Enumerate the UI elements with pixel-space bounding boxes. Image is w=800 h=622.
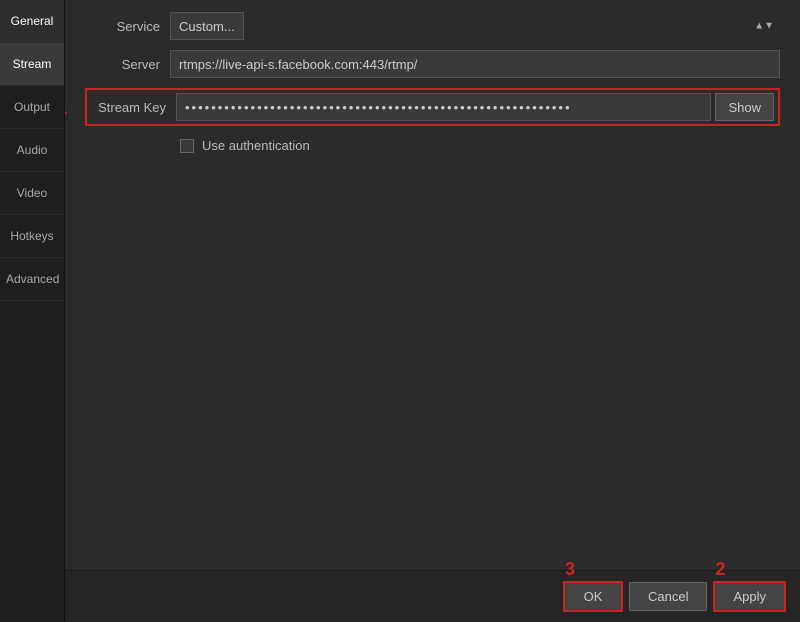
sidebar-item-label: General (11, 14, 54, 28)
service-dropdown[interactable]: Custom... (170, 12, 244, 40)
badge-1: 1 (65, 94, 67, 120)
apply-button[interactable]: 2 Apply (713, 581, 786, 612)
sidebar-item-label: Stream (13, 57, 52, 71)
badge-3: 3 (565, 559, 575, 580)
sidebar-item-label: Video (17, 186, 47, 200)
settings-area: Service Custom... ▲▼ Server 1 Stream Key… (65, 0, 800, 570)
badge-2: 2 (715, 559, 725, 580)
service-dropdown-wrapper: Custom... ▲▼ (170, 12, 780, 40)
sidebar-item-video[interactable]: Video (0, 172, 64, 215)
auth-row: Use authentication (180, 138, 780, 153)
stream-key-input[interactable] (176, 93, 711, 121)
service-row: Service Custom... ▲▼ (85, 12, 780, 40)
server-input[interactable] (170, 50, 780, 78)
sidebar-item-label: Output (14, 100, 50, 114)
server-row: Server (85, 50, 780, 78)
ok-button[interactable]: 3 OK (563, 581, 623, 612)
button-bar: 3 OK Cancel 2 Apply (65, 570, 800, 622)
stream-key-label: Stream Key (91, 100, 176, 115)
sidebar-item-label: Audio (17, 143, 48, 157)
cancel-button[interactable]: Cancel (629, 582, 707, 611)
dropdown-arrow-icon: ▲▼ (754, 21, 774, 32)
server-label: Server (85, 57, 170, 72)
sidebar-item-stream[interactable]: Stream (0, 43, 64, 86)
sidebar-item-label: Advanced (6, 272, 59, 286)
auth-label: Use authentication (202, 138, 310, 153)
auth-checkbox[interactable] (180, 139, 194, 153)
sidebar: General Stream Output Audio Video Hotkey… (0, 0, 65, 622)
service-label: Service (85, 19, 170, 34)
sidebar-item-output[interactable]: Output (0, 86, 64, 129)
sidebar-item-general[interactable]: General (0, 0, 64, 43)
sidebar-item-hotkeys[interactable]: Hotkeys (0, 215, 64, 258)
show-button[interactable]: Show (715, 93, 774, 121)
sidebar-item-label: Hotkeys (10, 229, 53, 243)
sidebar-item-advanced[interactable]: Advanced (0, 258, 64, 301)
sidebar-item-audio[interactable]: Audio (0, 129, 64, 172)
stream-key-row: 1 Stream Key Show (85, 88, 780, 126)
main-panel: Service Custom... ▲▼ Server 1 Stream Key… (65, 0, 800, 622)
